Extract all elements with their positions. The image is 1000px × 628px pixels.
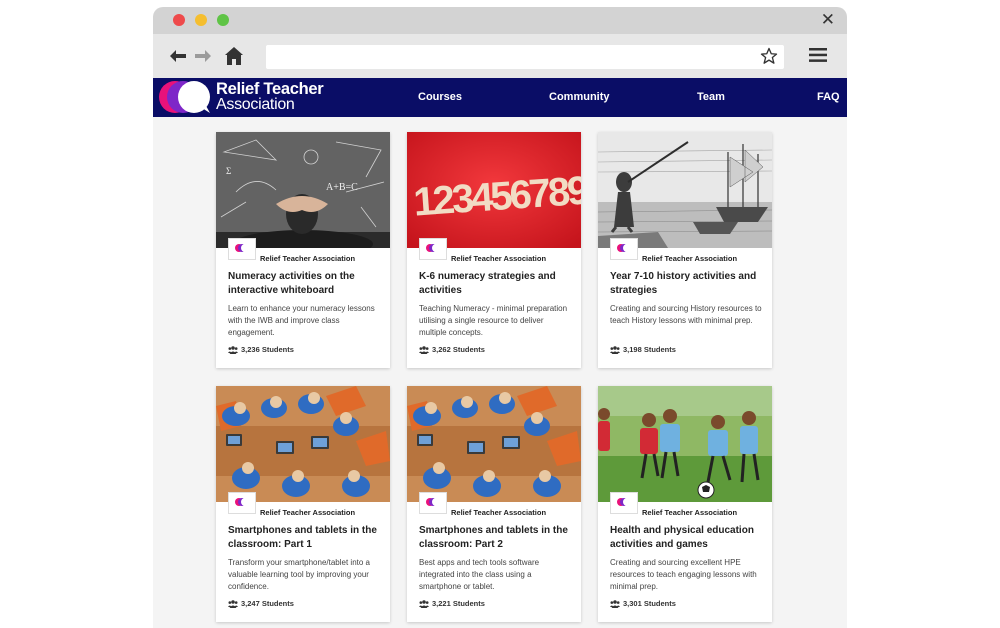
address-bar[interactable] <box>266 45 784 69</box>
logo-mark-icon <box>617 498 631 506</box>
users-icon <box>610 599 620 608</box>
course-title[interactable]: Numeracy activities on the interactive w… <box>228 270 380 298</box>
nav-courses[interactable]: Courses <box>418 91 462 103</box>
author-avatar <box>419 238 447 260</box>
course-thumbnail[interactable] <box>216 386 390 502</box>
maximize-window-button[interactable] <box>217 14 229 26</box>
logo-text-line1: Relief Teacher <box>216 80 324 98</box>
course-card[interactable]: Relief Teacher Association Health and ph… <box>598 386 772 622</box>
browser-toolbar <box>153 34 847 78</box>
author-avatar <box>419 492 447 514</box>
home-button[interactable] <box>224 46 244 66</box>
logo-mark-icon <box>235 244 249 252</box>
student-count: 3,262 Students <box>419 345 485 354</box>
title-bar: ✕ <box>153 7 847 34</box>
course-grid: A+B=C Σ Relief Teacher Association Numer… <box>153 117 847 628</box>
course-title[interactable]: Health and physical education activities… <box>610 524 762 552</box>
nav-team[interactable]: Team <box>697 91 725 103</box>
course-thumbnail[interactable]: 123456789 <box>407 132 581 248</box>
arrow-right-icon <box>195 50 211 62</box>
users-icon <box>419 599 429 608</box>
course-title[interactable]: Smartphones and tablets in the classroom… <box>419 524 571 552</box>
author-name: Relief Teacher Association <box>451 508 547 517</box>
users-icon <box>419 345 429 354</box>
course-title[interactable]: K-6 numeracy strategies and activities <box>419 270 571 298</box>
course-description: Best apps and tech tools software integr… <box>419 558 540 591</box>
student-count: 3,221 Students <box>419 599 485 608</box>
home-icon <box>225 47 243 65</box>
course-description: Transform your smartphone/tablet into a … <box>228 558 370 591</box>
site-header: Relief Teacher Association Courses Commu… <box>153 78 847 117</box>
student-count: 3,247 Students <box>228 599 294 608</box>
forward-button[interactable] <box>193 46 213 66</box>
student-count-text: 3,198 Students <box>623 345 676 354</box>
course-description: Teaching Numeracy - minimal preparation … <box>419 304 568 337</box>
logo-mark-icon <box>426 244 440 252</box>
student-count-text: 3,236 Students <box>241 345 294 354</box>
course-card[interactable]: Relief Teacher Association Smartphones a… <box>407 386 581 622</box>
student-count: 3,301 Students <box>610 599 676 608</box>
close-icon[interactable]: ✕ <box>821 11 835 29</box>
course-card[interactable]: Relief Teacher Association Smartphones a… <box>216 386 390 622</box>
users-icon <box>228 345 238 354</box>
course-thumbnail[interactable] <box>407 386 581 502</box>
student-count: 3,236 Students <box>228 345 294 354</box>
close-window-button[interactable] <box>173 14 185 26</box>
svg-text:Σ: Σ <box>226 166 231 176</box>
course-thumbnail[interactable] <box>598 386 772 502</box>
student-count: 3,198 Students <box>610 345 676 354</box>
bookmark-star-icon[interactable] <box>760 47 778 70</box>
minimize-window-button[interactable] <box>195 14 207 26</box>
student-count-text: 3,262 Students <box>432 345 485 354</box>
back-button[interactable] <box>168 46 188 66</box>
logo-mark-icon <box>617 244 631 252</box>
author-name: Relief Teacher Association <box>642 508 738 517</box>
author-name: Relief Teacher Association <box>642 254 738 263</box>
logo-mark-icon <box>426 498 440 506</box>
nav-community[interactable]: Community <box>549 91 610 103</box>
arrow-left-icon <box>170 50 186 62</box>
course-card[interactable]: Relief Teacher Association Year 7-10 his… <box>598 132 772 368</box>
course-card[interactable]: A+B=C Σ Relief Teacher Association Numer… <box>216 132 390 368</box>
course-title[interactable]: Smartphones and tablets in the classroom… <box>228 524 380 552</box>
course-thumbnail[interactable] <box>598 132 772 248</box>
browser-window: ✕ Relief Teacher Association Courses Com… <box>153 7 847 628</box>
course-thumbnail[interactable]: A+B=C Σ <box>216 132 390 248</box>
logo-text-line2: Association <box>216 96 295 113</box>
nav-faq[interactable]: FAQ <box>817 91 840 103</box>
logo-mark-icon <box>235 498 249 506</box>
author-avatar <box>610 238 638 260</box>
author-name: Relief Teacher Association <box>451 254 547 263</box>
course-description: Creating and sourcing History resources … <box>610 304 762 325</box>
course-card[interactable]: 123456789 Relief Teacher Association K-6… <box>407 132 581 368</box>
svg-text:A+B=C: A+B=C <box>326 182 358 193</box>
site-logo[interactable]: Relief Teacher Association <box>158 80 324 114</box>
author-name: Relief Teacher Association <box>260 508 356 517</box>
author-avatar <box>610 492 638 514</box>
student-count-text: 3,301 Students <box>623 599 676 608</box>
course-description: Creating and sourcing excellent HPE reso… <box>610 558 757 591</box>
author-avatar <box>228 492 256 514</box>
author-name: Relief Teacher Association <box>260 254 356 263</box>
hamburger-menu-icon[interactable] <box>809 48 827 67</box>
users-icon <box>228 599 238 608</box>
course-description: Learn to enhance your numeracy lessons w… <box>228 304 375 337</box>
author-avatar <box>228 238 256 260</box>
users-icon <box>610 345 620 354</box>
student-count-text: 3,221 Students <box>432 599 485 608</box>
logo-mark-icon <box>159 81 210 113</box>
course-title[interactable]: Year 7-10 history activities and strateg… <box>610 270 762 298</box>
student-count-text: 3,247 Students <box>241 599 294 608</box>
